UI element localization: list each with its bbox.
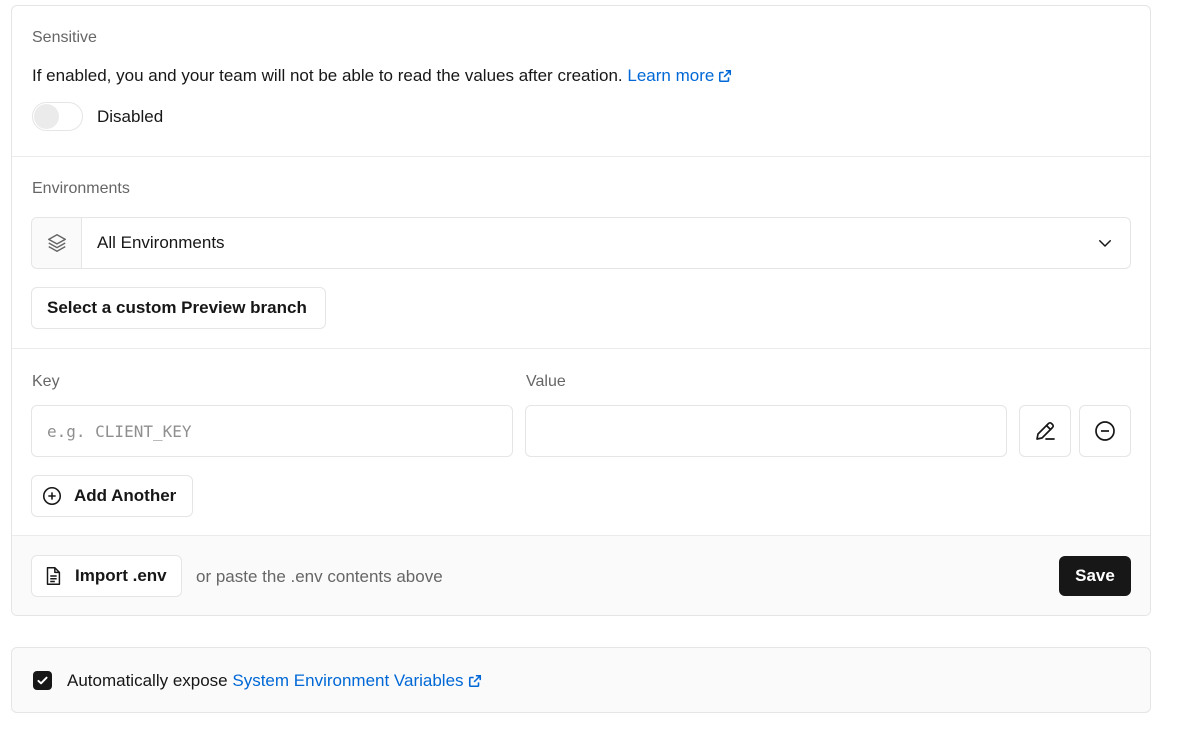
import-env-label: Import .env [75,566,167,585]
system-vars-label: Automatically expose System Environment … [67,671,482,691]
custom-preview-branch-button[interactable]: Select a custom Preview branch [31,287,326,329]
add-another-label: Add Another [74,486,177,505]
external-link-icon [719,69,732,83]
environments-select[interactable]: All Environments [31,217,1131,269]
key-input[interactable] [31,405,513,457]
checkmark-icon [37,676,48,685]
chevron-down-icon [1099,240,1111,248]
remove-row-button[interactable] [1079,405,1131,457]
system-vars-prefix: Automatically expose [67,671,228,690]
system-vars-checkbox[interactable] [33,671,52,690]
pencil-icon [1036,421,1055,440]
select-prefix [32,218,82,268]
toggle-state-label: Disabled [97,107,164,126]
sensitive-label: Sensitive [32,29,97,46]
sensitive-description: If enabled, you and your team will not b… [32,66,732,86]
form-footer: Import .env or paste the .env contents a… [12,535,1150,615]
file-icon [46,567,61,585]
add-another-button[interactable]: Add Another [31,475,193,517]
layers-icon [47,234,66,252]
value-label: Value [526,373,566,390]
system-vars-link-label[interactable]: System Environment Variables [232,671,463,690]
environments-section: Environments All Environments Select a c… [12,156,1150,348]
import-env-button[interactable]: Import .env [31,555,182,597]
minus-circle-icon [1095,421,1115,441]
learn-more-link-label[interactable]: Learn more [627,66,714,85]
env-var-form-card: Sensitive If enabled, you and your team … [11,5,1151,616]
sensitive-toggle[interactable] [32,102,83,131]
system-vars-card: Automatically expose System Environment … [11,647,1151,713]
environments-label: Environments [32,180,130,197]
edit-value-button[interactable] [1019,405,1071,457]
key-label: Key [32,373,60,390]
external-link-icon [468,674,481,688]
paste-hint: or paste the .env contents above [196,567,443,586]
sensitive-description-text: If enabled, you and your team will not b… [32,66,623,85]
plus-circle-icon [42,486,62,506]
key-value-section: Key Value Add Another [12,348,1150,535]
system-vars-link[interactable]: System Environment Variables [232,671,481,690]
value-input[interactable] [525,405,1007,457]
environments-selected-value: All Environments [97,233,225,252]
learn-more-link[interactable]: Learn more [627,66,732,85]
save-button[interactable]: Save [1059,556,1131,596]
toggle-knob [34,104,59,129]
sensitive-section: Sensitive If enabled, you and your team … [12,6,1150,156]
